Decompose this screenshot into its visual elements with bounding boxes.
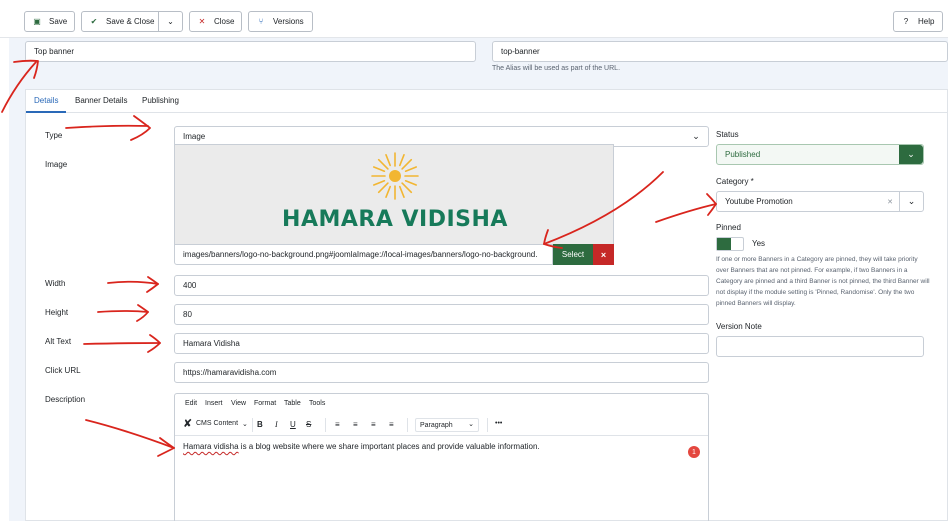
close-icon: ✕: [198, 17, 206, 26]
page-container: Top banner top-banner The Alias will be …: [9, 38, 948, 521]
save-icon: ▣: [33, 17, 41, 26]
paragraph-select[interactable]: Paragraph ⌄: [415, 418, 479, 432]
check-icon: ✔: [90, 17, 98, 26]
save-button[interactable]: ▣ Save: [24, 11, 75, 32]
chevron-down-icon: ⌄: [468, 421, 474, 428]
save-close-button[interactable]: ✔ Save & Close ⌄: [81, 11, 183, 32]
height-input[interactable]: 80: [174, 304, 709, 325]
chevron-down-icon: ⌄: [899, 192, 923, 211]
version-note-input[interactable]: [716, 336, 924, 357]
align-justify-icon[interactable]: ≡: [389, 420, 394, 429]
menu-tools[interactable]: Tools: [309, 400, 325, 407]
branch-icon: ⑂: [258, 17, 264, 26]
toggle-knob: [717, 238, 731, 250]
category-label: Category *: [716, 177, 754, 186]
menu-format[interactable]: Format: [254, 400, 276, 407]
category-select[interactable]: Youtube Promotion ✕ ⌄: [716, 191, 924, 212]
content-rest: is a blog website where we share importa…: [238, 442, 540, 451]
notification-badge[interactable]: 1: [688, 446, 700, 458]
clear-image-button[interactable]: ×: [593, 244, 614, 265]
tab-publishing[interactable]: Publishing: [142, 96, 179, 105]
alias-input[interactable]: top-banner: [492, 41, 948, 62]
chevron-down-icon: ⌄: [692, 131, 700, 141]
divider: [252, 418, 253, 432]
version-note-label: Version Note: [716, 322, 762, 331]
menu-insert[interactable]: Insert: [205, 400, 223, 407]
pinned-help-text: If one or more Banners in a Category are…: [716, 256, 930, 307]
align-right-icon[interactable]: ≡: [371, 420, 376, 429]
details-panel: Details Banner Details Publishing Type I…: [25, 89, 948, 521]
save-close-label: Save & Close: [106, 17, 155, 26]
close-button[interactable]: ✕ Close: [189, 11, 242, 32]
editor-content[interactable]: Hamara vidisha is a blog website where w…: [183, 442, 540, 451]
joomla-icon[interactable]: ✘: [183, 417, 192, 430]
menu-table[interactable]: Table: [284, 400, 301, 407]
menu-view[interactable]: View: [231, 400, 246, 407]
clear-icon[interactable]: ✕: [887, 198, 893, 206]
divider: [487, 418, 488, 432]
description-label: Description: [45, 395, 86, 404]
image-path-input[interactable]: images/banners/logo-no-background.png#jo…: [174, 244, 553, 265]
image-label: Image: [45, 160, 68, 169]
description-editor: Edit Insert View Format Table Tools ✘ CM…: [174, 393, 709, 521]
category-value: Youtube Promotion: [725, 197, 793, 206]
height-label: Height: [45, 308, 69, 317]
versions-label: Versions: [273, 17, 304, 26]
sun-logo-icon: [371, 152, 419, 200]
divider: [407, 418, 408, 432]
click-url-label: Click URL: [45, 366, 81, 375]
alias-help-text: The Alias will be used as part of the UR…: [492, 65, 621, 72]
help-button[interactable]: ? Help: [893, 11, 943, 32]
italic-icon[interactable]: I: [275, 420, 278, 429]
save-label: Save: [49, 17, 68, 26]
type-value: Image: [183, 132, 206, 141]
chevron-down-icon: ⌄: [242, 421, 248, 428]
chevron-down-icon[interactable]: ⌄: [158, 12, 182, 31]
align-left-icon[interactable]: ≡: [335, 420, 340, 429]
help-label: Help: [918, 17, 935, 26]
strikethrough-icon[interactable]: S: [306, 420, 311, 429]
width-label: Width: [45, 279, 66, 288]
logo-text: HAMARA VIDISHA: [282, 207, 508, 232]
type-label: Type: [45, 131, 63, 140]
tab-banner-details[interactable]: Banner Details: [75, 96, 127, 105]
tab-details[interactable]: Details: [34, 96, 58, 105]
editor-menubar: Edit Insert View Format Table Tools: [175, 394, 708, 414]
width-input[interactable]: 400: [174, 275, 709, 296]
chevron-down-icon: ⌄: [899, 145, 923, 164]
toolbar: ▣ Save ✔ Save & Close ⌄ ✕ Close ⑂ Versio…: [0, 0, 948, 38]
bold-icon[interactable]: B: [257, 420, 263, 429]
divider: [325, 418, 326, 432]
click-url-input[interactable]: https://hamaravidisha.com: [174, 362, 709, 383]
alt-text-input[interactable]: Hamara Vidisha: [174, 333, 709, 354]
select-image-button[interactable]: Select: [553, 244, 593, 265]
more-icon[interactable]: •••: [495, 420, 502, 427]
status-value: Published: [725, 150, 761, 159]
align-center-icon[interactable]: ≡: [353, 420, 358, 429]
pinned-toggle[interactable]: [716, 237, 744, 251]
underline-icon[interactable]: U: [290, 420, 296, 429]
close-label: Close: [214, 17, 235, 26]
alt-text-label: Alt Text: [45, 337, 72, 346]
paragraph-value: Paragraph: [420, 421, 453, 429]
active-tab-indicator: [26, 111, 66, 113]
pinned-value: Yes: [752, 239, 766, 248]
editor-formatbar: ✘ CMS Content ⌄ B I U S ≡ ≡ ≡ ≡ Paragrap…: [175, 414, 708, 436]
spellcheck-word: Hamara vidisha: [183, 442, 239, 451]
pinned-label: Pinned: [716, 223, 741, 232]
tab-bar: Details Banner Details Publishing: [26, 90, 948, 113]
status-select[interactable]: Published ⌄: [716, 144, 924, 165]
image-preview: HAMARA VIDISHA: [174, 144, 614, 244]
menu-edit[interactable]: Edit: [185, 400, 197, 407]
title-input[interactable]: Top banner: [25, 41, 476, 62]
cms-content-dropdown[interactable]: CMS Content: [196, 420, 238, 427]
versions-button[interactable]: ⑂ Versions: [248, 11, 313, 32]
status-label: Status: [716, 130, 739, 139]
question-icon: ?: [903, 17, 909, 26]
